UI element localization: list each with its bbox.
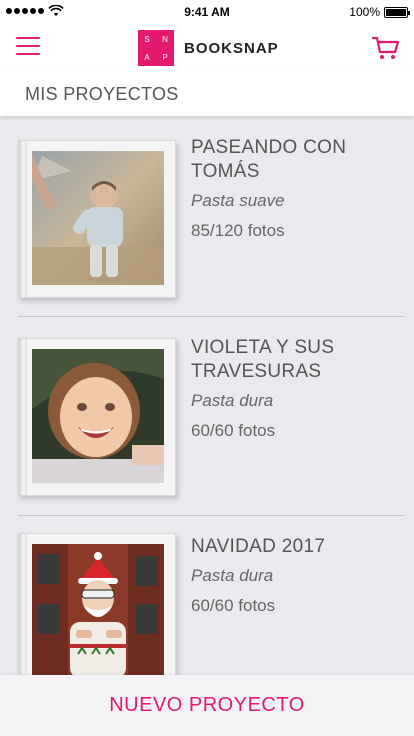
project-title-line2: TRAVESURAS: [191, 361, 322, 382]
logo-letter: S: [144, 34, 150, 44]
project-photo-count: 60/60 fotos: [191, 421, 276, 440]
new-project-button[interactable]: NUEVO PROYECTO: [109, 694, 305, 717]
child-walking-photo: [32, 151, 164, 285]
section-title: MIS PROYECTOS: [25, 84, 179, 104]
project-cover-type: Pasta dura: [191, 391, 274, 410]
project-photo-count: 60/60 fotos: [191, 596, 276, 615]
book-thumbnail: [18, 140, 176, 298]
christmas-photo: [32, 544, 164, 678]
project-cover-type: Pasta suave: [191, 191, 285, 210]
book-thumbnail: [18, 533, 176, 691]
snap-logo-mark: S N A P: [138, 30, 174, 66]
logo-letter: N: [162, 34, 168, 44]
project-info: PASEANDO CON TOMÁS Pasta suave 85/120 fo…: [191, 136, 346, 241]
project-card[interactable]: PASEANDO CON TOMÁS Pasta suave 85/120 fo…: [0, 122, 414, 318]
status-bar: 9:41 AM 100%: [0, 0, 414, 24]
project-card[interactable]: VIOLETA Y SUS TRAVESURAS Pasta dura 60/6…: [0, 318, 414, 516]
project-info: VIOLETA Y SUS TRAVESURAS Pasta dura 60/6…: [191, 336, 334, 441]
brand-name: BOOKSNAP: [184, 39, 279, 57]
project-photo-count: 85/120 fotos: [191, 221, 285, 240]
menu-icon[interactable]: [16, 37, 40, 55]
project-title-line1: NAVIDAD 2017: [191, 536, 326, 557]
project-cover-type: Pasta dura: [191, 566, 274, 585]
laughing-girl-photo: [32, 349, 164, 483]
cart-icon[interactable]: [372, 34, 400, 62]
project-title-line2: TOMÁS: [191, 161, 260, 182]
logo-letter: A: [144, 52, 150, 62]
battery-icon: [384, 6, 410, 18]
section-header: MIS PROYECTOS: [0, 72, 414, 116]
app-header: S N A P BOOKSNAP: [0, 24, 414, 72]
book-thumbnail: [18, 338, 176, 496]
bottom-action-bar: NUEVO PROYECTO: [0, 675, 414, 736]
project-info: NAVIDAD 2017 Pasta dura 60/60 fotos: [191, 535, 325, 616]
battery-percent: 100%: [349, 5, 380, 19]
brand-logo: S N A P BOOKSNAP: [138, 30, 279, 66]
project-title-line1: VIOLETA Y SUS: [191, 337, 335, 358]
logo-letter: P: [162, 52, 168, 62]
divider: [18, 316, 404, 317]
project-title-line1: PASEANDO CON: [191, 137, 347, 158]
